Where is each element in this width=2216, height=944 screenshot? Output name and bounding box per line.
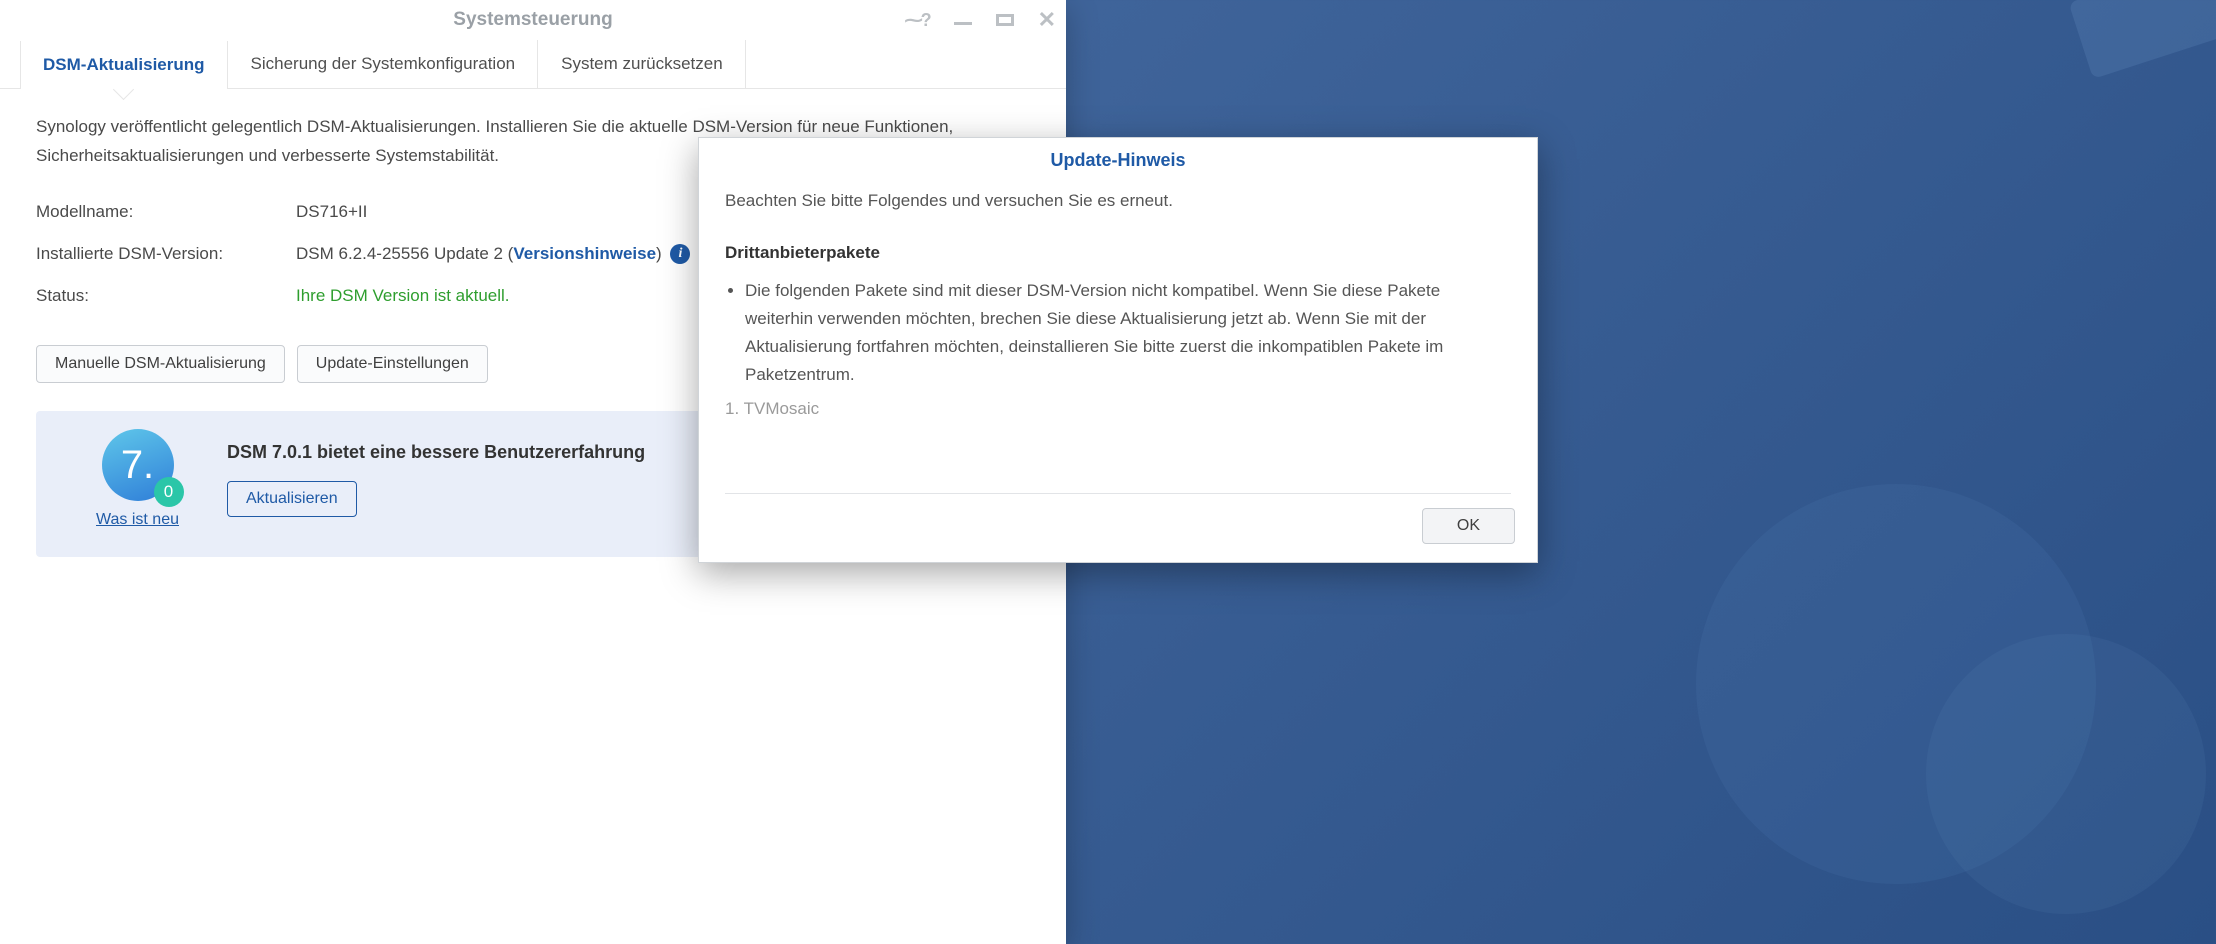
dialog-package-item: 1. TVMosaic — [725, 395, 1511, 423]
tab-backup-config[interactable]: Sicherung der Systemkonfiguration — [228, 40, 539, 88]
whats-new-link[interactable]: Was ist neu — [96, 511, 179, 529]
maximize-icon[interactable] — [996, 14, 1014, 26]
version-label: Installierte DSM-Version: — [36, 244, 296, 265]
title-bar: Systemsteuerung ⁓? ✕ — [0, 0, 1066, 40]
version-value: DSM 6.2.4-25556 Update 2 (Versionshinwei… — [296, 244, 690, 265]
dialog-lead: Beachten Sie bitte Folgendes und versuch… — [725, 187, 1511, 215]
promo-headline: DSM 7.0.1 bietet eine bessere Benutzerer… — [227, 442, 645, 463]
close-icon[interactable]: ✕ — [1038, 9, 1056, 31]
dialog-section-title: Drittanbieterpakete — [725, 239, 1511, 267]
dialog-bullet: Die folgenden Pakete sind mit dieser DSM… — [745, 277, 1511, 389]
model-value: DS716+II — [296, 202, 367, 222]
status-value: Ihre DSM Version ist aktuell. — [296, 286, 510, 306]
manual-update-button[interactable]: Manuelle DSM-Aktualisierung — [36, 345, 285, 383]
version-suffix: ) — [656, 244, 662, 263]
update-settings-button[interactable]: Update-Einstellungen — [297, 345, 488, 383]
help-icon[interactable]: ⁓? — [905, 10, 930, 31]
model-label: Modellname: — [36, 202, 296, 222]
minimize-icon[interactable] — [954, 22, 972, 25]
dsm7-badge-icon: 7. 0 — [102, 429, 174, 501]
window-title: Systemsteuerung — [453, 9, 612, 31]
dialog-ok-button[interactable]: OK — [1422, 508, 1515, 544]
update-now-button[interactable]: Aktualisieren — [227, 481, 357, 517]
dialog-title: Update-Hinweis — [699, 138, 1537, 187]
status-label: Status: — [36, 286, 296, 306]
dsm7-badge-sub: 0 — [154, 477, 184, 507]
release-notes-link[interactable]: Versionshinweise — [513, 244, 656, 263]
tabs: DSM-Aktualisierung Sicherung der Systemk… — [0, 40, 1066, 89]
tab-reset-system[interactable]: System zurücksetzen — [538, 40, 746, 88]
dsm7-badge-main: 7. — [121, 443, 154, 488]
tab-dsm-update[interactable]: DSM-Aktualisierung — [20, 41, 228, 89]
update-notice-dialog: Update-Hinweis Beachten Sie bitte Folgen… — [698, 137, 1538, 563]
info-icon[interactable]: i — [670, 244, 690, 264]
version-prefix: DSM 6.2.4-25556 Update 2 ( — [296, 244, 513, 263]
